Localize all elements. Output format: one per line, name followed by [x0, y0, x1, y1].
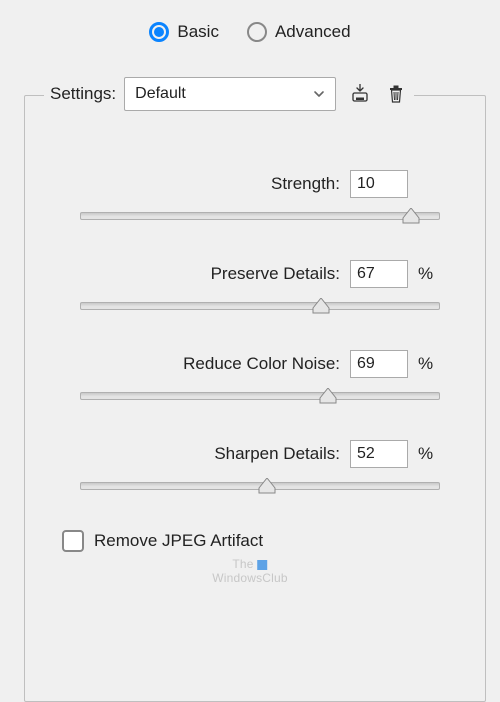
sharpen-details-control: Sharpen Details: 52 % — [80, 440, 440, 496]
sharpen-details-slider[interactable] — [80, 476, 440, 496]
trash-icon — [387, 84, 405, 104]
slider-thumb[interactable] — [257, 478, 277, 494]
remove-jpeg-artifact-label: Remove JPEG Artifact — [94, 531, 263, 551]
preserve-details-slider[interactable] — [80, 296, 440, 316]
reduce-color-noise-control: Reduce Color Noise: 69 % — [80, 350, 440, 406]
sharpen-details-unit: % — [418, 444, 440, 464]
strength-control: Strength: 10 — [80, 170, 440, 226]
save-preset-icon — [349, 84, 371, 104]
preserve-details-input[interactable]: 67 — [350, 260, 408, 288]
sharpen-details-value: 52 — [357, 445, 375, 463]
slider-track — [80, 392, 440, 400]
reduce-color-noise-value: 69 — [357, 355, 375, 373]
radio-selected-icon — [149, 22, 169, 42]
save-preset-button[interactable] — [348, 82, 372, 106]
mode-advanced-radio[interactable]: Advanced — [247, 22, 351, 42]
reduce-color-noise-label: Reduce Color Noise: — [183, 354, 340, 374]
chevron-down-icon — [313, 88, 325, 100]
preserve-details-value: 67 — [357, 265, 375, 283]
mode-advanced-label: Advanced — [275, 22, 351, 42]
preserve-details-control: Preserve Details: 67 % — [80, 260, 440, 316]
mode-basic-radio[interactable]: Basic — [149, 22, 219, 42]
slider-thumb[interactable] — [311, 298, 331, 314]
reduce-color-noise-input[interactable]: 69 — [350, 350, 408, 378]
settings-preset-dropdown[interactable]: Default — [124, 77, 336, 111]
strength-input[interactable]: 10 — [350, 170, 408, 198]
slider-track — [80, 302, 440, 310]
strength-value: 10 — [357, 175, 375, 193]
reduce-color-noise-unit: % — [418, 354, 440, 374]
settings-preset-value: Default — [135, 85, 186, 103]
sharpen-details-input[interactable]: 52 — [350, 440, 408, 468]
slider-thumb[interactable] — [318, 388, 338, 404]
radio-unselected-icon — [247, 22, 267, 42]
slider-track — [80, 212, 440, 220]
strength-label: Strength: — [271, 174, 340, 194]
reduce-color-noise-slider[interactable] — [80, 386, 440, 406]
remove-jpeg-artifact-checkbox[interactable] — [62, 530, 84, 552]
preserve-details-label: Preserve Details: — [211, 264, 340, 284]
mode-basic-label: Basic — [177, 22, 219, 42]
sharpen-details-label: Sharpen Details: — [214, 444, 340, 464]
strength-slider[interactable] — [80, 206, 440, 226]
slider-thumb[interactable] — [401, 208, 421, 224]
preserve-details-unit: % — [418, 264, 440, 284]
settings-label: Settings: — [50, 84, 116, 104]
delete-preset-button[interactable] — [384, 82, 408, 106]
